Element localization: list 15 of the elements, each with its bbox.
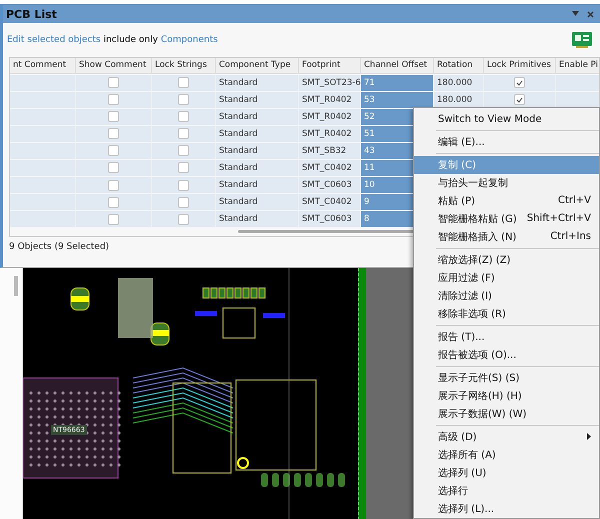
table-cell: Standard [216,126,299,142]
table-cell: Standard [216,74,299,91]
table-cell: 53 [361,92,434,108]
table-cell: Standard [216,108,299,125]
table-cell: Standard [216,160,299,176]
table-cell: Standard [216,194,299,210]
table-cell: 71 [361,74,434,91]
panel-title: PCB List [6,8,57,20]
table-cell: 180.000 [434,74,484,91]
table-cell: Standard [216,211,299,228]
filter-sentence: Edit selected objects include only Components [7,35,218,45]
table-cell: Standard [216,176,299,194]
status-text: 9 Objects (9 Selected) [8,241,110,254]
table-cell: Standard [216,142,299,159]
table-cell: Standard [216,92,299,108]
